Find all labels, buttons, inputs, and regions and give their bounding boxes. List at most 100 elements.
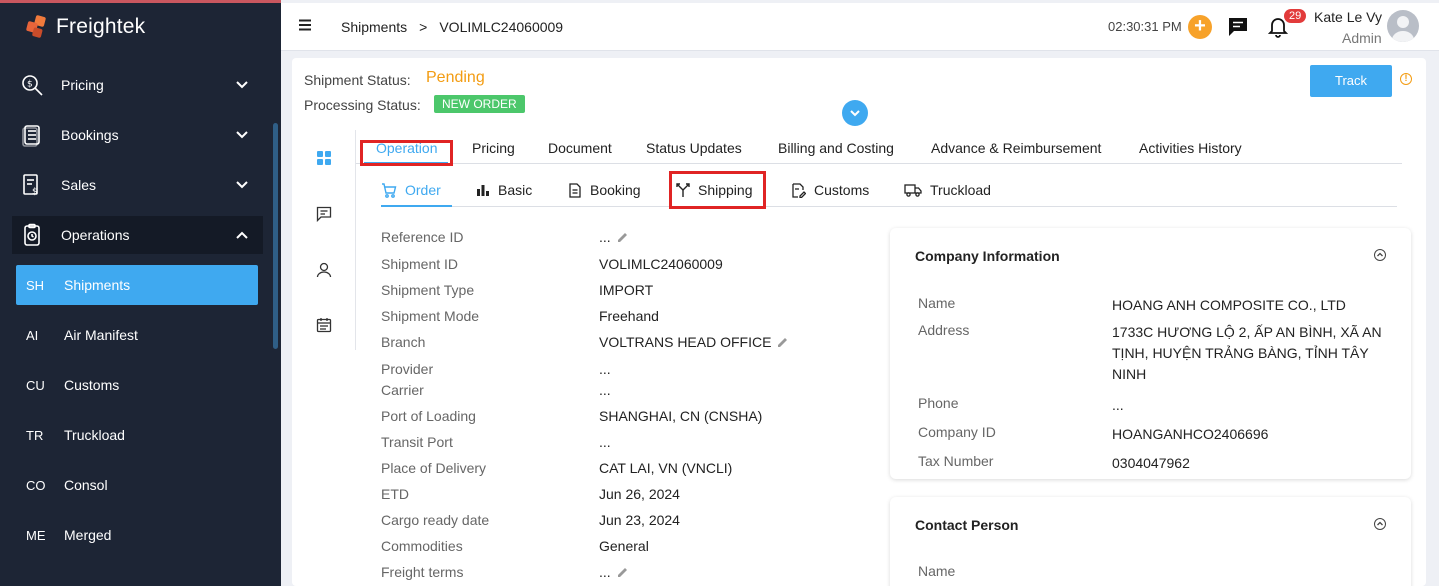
truck-icon <box>904 184 922 197</box>
field-value: IMPORT <box>599 282 654 298</box>
subtab-basic[interactable]: Basic <box>476 182 532 198</box>
brand-name: Freightek <box>56 15 146 38</box>
expand-header-button[interactable] <box>842 100 868 126</box>
sidebar-subitem-merged[interactable]: ME Merged <box>16 515 258 555</box>
user-icon[interactable] <box>316 262 332 278</box>
field-value: ... <box>599 434 611 450</box>
sidebar-subitem-label: Air Manifest <box>64 327 138 343</box>
bookings-icon <box>22 125 40 147</box>
field-value: CAT LAI, VN (VNCLI) <box>599 460 733 476</box>
subtab-truckload[interactable]: Truckload <box>904 182 991 198</box>
sidebar-subitem-abbr: AI <box>26 327 39 343</box>
sidebar-subitem-consol[interactable]: CO Consol <box>16 465 258 505</box>
field-label: ETD <box>381 486 409 502</box>
info-label: Tax Number <box>918 453 994 469</box>
shipment-status-label: Shipment Status: <box>304 72 411 88</box>
pencil-icon[interactable] <box>777 336 789 348</box>
collapse-icon[interactable] <box>1374 249 1386 261</box>
field-label: Carrier <box>381 382 424 398</box>
tab-activities-history[interactable]: Activities History <box>1139 140 1242 156</box>
user-role: Admin <box>1342 30 1382 46</box>
hamburger-menu-icon[interactable] <box>298 18 312 32</box>
panel-title: Contact Person <box>915 517 1019 533</box>
operations-icon <box>24 223 40 246</box>
svg-text:$: $ <box>27 80 33 90</box>
field-label: Commodities <box>381 538 463 554</box>
info-label: Phone <box>918 395 959 411</box>
plus-icon: + <box>1194 15 1206 37</box>
sidebar-subitem-air-manifest[interactable]: AI Air Manifest <box>16 315 258 355</box>
highlight-box-shipping <box>669 171 766 209</box>
info-value: 0304047962 <box>1112 455 1190 471</box>
tab-document[interactable]: Document <box>548 140 612 156</box>
info-label: Name <box>918 563 956 579</box>
field-label: Place of Delivery <box>381 460 487 476</box>
pencil-icon[interactable] <box>617 231 629 243</box>
comment-icon[interactable] <box>316 206 332 222</box>
sidebar-item-operations[interactable]: Operations <box>12 216 263 254</box>
subtab-label: Booking <box>590 182 641 198</box>
brand[interactable]: Freightek <box>24 15 145 39</box>
subtab-customs[interactable]: Customs <box>791 182 869 198</box>
field-value: VOLIMLC24060009 <box>599 256 723 272</box>
info-icon[interactable]: ! <box>1400 73 1412 85</box>
field-label: Cargo ready date <box>381 512 490 528</box>
sidebar-subitem-label: Consol <box>64 477 108 493</box>
sidebar-subitem-abbr: ME <box>26 527 46 543</box>
bar-chart-icon <box>477 185 489 196</box>
tab-pricing[interactable]: Pricing <box>472 140 515 156</box>
sidebar-subitem-customs[interactable]: CU Customs <box>16 365 258 405</box>
info-value: HOANG ANH COMPOSITE CO., LTD <box>1112 297 1346 313</box>
company-information-panel: Company Information Name HOANG ANH COMPO… <box>890 228 1411 479</box>
breadcrumb-root[interactable]: Shipments <box>341 19 407 35</box>
chevron-down-icon <box>850 110 860 117</box>
field-value-text: ... <box>599 229 611 245</box>
shipment-status-value: Pending <box>426 69 485 86</box>
main-tabs: Operation Pricing Document Status Update… <box>356 134 1402 164</box>
field-value: General <box>599 538 649 554</box>
clock: 02:30:31 PM <box>1108 19 1182 34</box>
add-button[interactable]: + <box>1188 15 1212 39</box>
sales-icon: $ <box>23 174 38 197</box>
calendar-icon[interactable] <box>316 317 332 333</box>
tab-advance-reimbursement[interactable]: Advance & Reimbursement <box>931 140 1101 156</box>
pencil-icon[interactable] <box>617 566 629 578</box>
sidebar-subitem-label: Customs <box>64 377 120 393</box>
field-label: Shipment ID <box>381 256 459 272</box>
field-value: ... <box>599 564 629 580</box>
shipment-detail-card: Shipment Status: Pending Processing Stat… <box>292 58 1426 586</box>
sidebar-subitem-truckload[interactable]: TR Truckload <box>16 415 258 455</box>
notification-badge: 29 <box>1284 9 1307 23</box>
breadcrumb-separator: > <box>419 19 428 35</box>
track-button[interactable]: Track <box>1310 65 1392 97</box>
avatar[interactable] <box>1387 10 1419 42</box>
sidebar-item-sales[interactable]: $ Sales <box>12 166 263 204</box>
vertical-toolbar <box>304 130 356 350</box>
chat-icon[interactable] <box>1227 16 1249 38</box>
subtab-order[interactable]: Order <box>381 182 441 198</box>
chevron-down-icon <box>236 131 248 139</box>
sidebar: Freightek $ Pricing Bookings $ Sales Ope… <box>0 0 281 586</box>
highlight-box-operation <box>360 140 453 166</box>
field-value: ... <box>599 361 611 377</box>
sidebar-item-label: Bookings <box>61 127 119 143</box>
field-value: Jun 23, 2024 <box>599 512 680 528</box>
sidebar-scrollbar[interactable] <box>273 123 278 349</box>
processing-status-label: Processing Status: <box>304 97 421 113</box>
field-value: Jun 26, 2024 <box>599 486 680 502</box>
chevron-up-icon <box>236 231 248 239</box>
sidebar-subitem-shipments[interactable]: SH Shipments <box>16 265 258 305</box>
tab-status-updates[interactable]: Status Updates <box>646 140 742 156</box>
subtab-booking[interactable]: Booking <box>568 182 641 198</box>
sidebar-item-bookings[interactable]: Bookings <box>12 116 263 154</box>
cart-icon <box>382 183 397 198</box>
field-value: ... <box>599 229 629 245</box>
tab-billing-and-costing[interactable]: Billing and Costing <box>778 140 894 156</box>
user-name[interactable]: Kate Le Vy <box>1314 9 1382 25</box>
sidebar-item-pricing[interactable]: $ Pricing <box>12 66 263 104</box>
sidebar-subitem-abbr: CO <box>26 477 46 493</box>
collapse-icon[interactable] <box>1374 518 1386 530</box>
dashboard-grid-icon[interactable] <box>316 150 332 166</box>
info-value: 1733C HƯƠNG LỘ 2, ẤP AN BÌNH, XÃ AN TỊNH… <box>1112 324 1382 382</box>
sidebar-subitem-abbr: SH <box>26 277 45 293</box>
